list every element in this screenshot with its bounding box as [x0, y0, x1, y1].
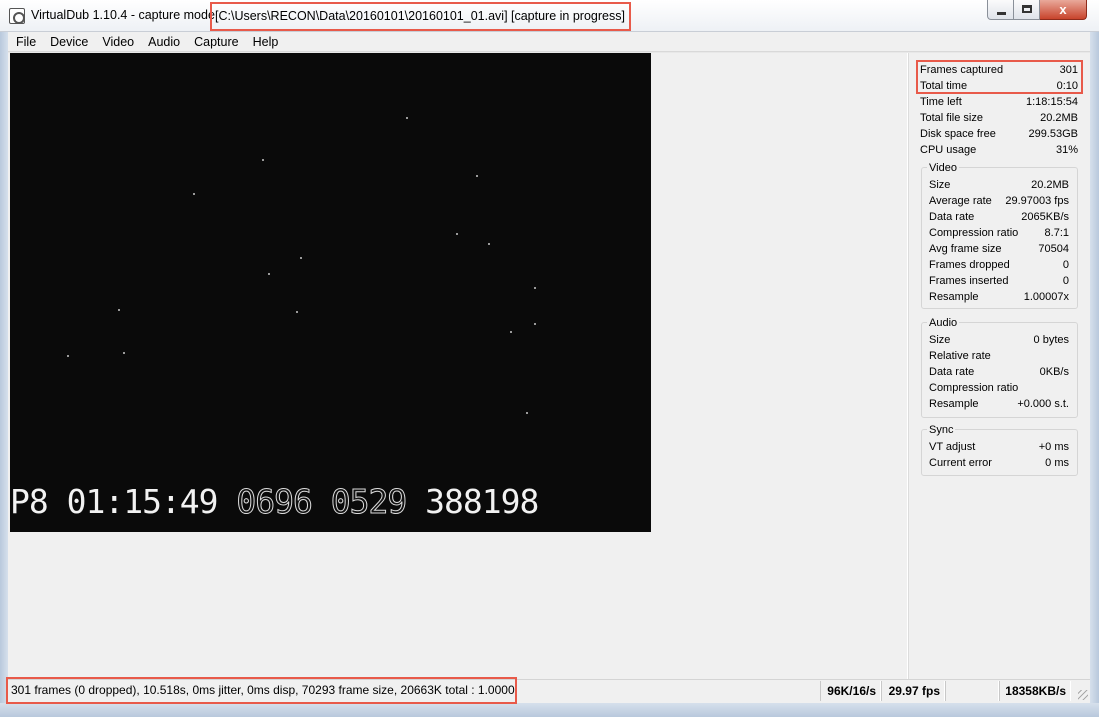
- status-blank-cell: [945, 681, 999, 701]
- status-data-rate: 18358KB/s: [999, 681, 1071, 701]
- title-bar[interactable]: VirtualDub 1.10.4 - capture mode [C:\Use…: [0, 0, 1099, 32]
- pane-splitter[interactable]: [907, 53, 909, 679]
- noise-dot: [534, 287, 536, 289]
- noise-dot: [456, 233, 458, 235]
- menu-capture[interactable]: Capture: [186, 33, 244, 51]
- noise-dot: [193, 193, 195, 195]
- close-button[interactable]: x: [1040, 0, 1087, 20]
- maximize-button[interactable]: [1014, 0, 1040, 20]
- noise-dot: [406, 117, 408, 119]
- noise-dot: [476, 175, 478, 177]
- status-fps: 29.97 fps: [881, 681, 945, 701]
- virtualdub-app-icon[interactable]: [9, 8, 25, 24]
- menu-file[interactable]: File: [8, 33, 42, 51]
- menu-bar: File Device Video Audio Capture Help: [8, 32, 1090, 52]
- noise-dot: [67, 355, 69, 357]
- status-audio-format: 96K/16/s: [820, 681, 881, 701]
- osd-counters: 0696 0529: [236, 482, 426, 522]
- noise-dot: [300, 257, 302, 259]
- noise-dot: [488, 243, 490, 245]
- maximize-icon: [1022, 5, 1032, 13]
- window-frame-left: [0, 32, 8, 717]
- video-osd-overlay: P8 01:15:49 0696 0529 388198: [10, 482, 651, 522]
- video-preview[interactable]: P8 01:15:49 0696 0529 388198: [10, 53, 651, 532]
- menu-help[interactable]: Help: [245, 33, 285, 51]
- noise-dot: [526, 412, 528, 414]
- window-title: VirtualDub 1.10.4 - capture mode: [31, 8, 215, 22]
- noise-dot: [118, 309, 120, 311]
- minimize-button[interactable]: [987, 0, 1014, 20]
- menu-device[interactable]: Device: [42, 33, 94, 51]
- minimize-icon: [997, 12, 1006, 15]
- noise-dot: [510, 331, 512, 333]
- close-icon: x: [1059, 2, 1067, 17]
- window-controls: x: [987, 0, 1087, 20]
- window-frame-bottom: [0, 703, 1099, 717]
- noise-dot: [123, 352, 125, 354]
- osd-frame-number: 388198: [425, 482, 539, 521]
- noise-dot: [262, 159, 264, 161]
- window-frame-right: [1090, 32, 1099, 717]
- noise-dot: [534, 323, 536, 325]
- resize-grip-icon[interactable]: [1078, 690, 1088, 700]
- menu-video[interactable]: Video: [94, 33, 140, 51]
- menu-audio[interactable]: Audio: [140, 33, 186, 51]
- status-capture-summary: 301 frames (0 dropped), 10.518s, 0ms jit…: [6, 677, 517, 704]
- noise-dot: [268, 273, 270, 275]
- noise-dot: [296, 311, 298, 313]
- capture-file-path: [C:\Users\RECON\Data\20160101\20160101_0…: [210, 2, 631, 31]
- osd-timecode: P8 01:15:49: [10, 482, 237, 521]
